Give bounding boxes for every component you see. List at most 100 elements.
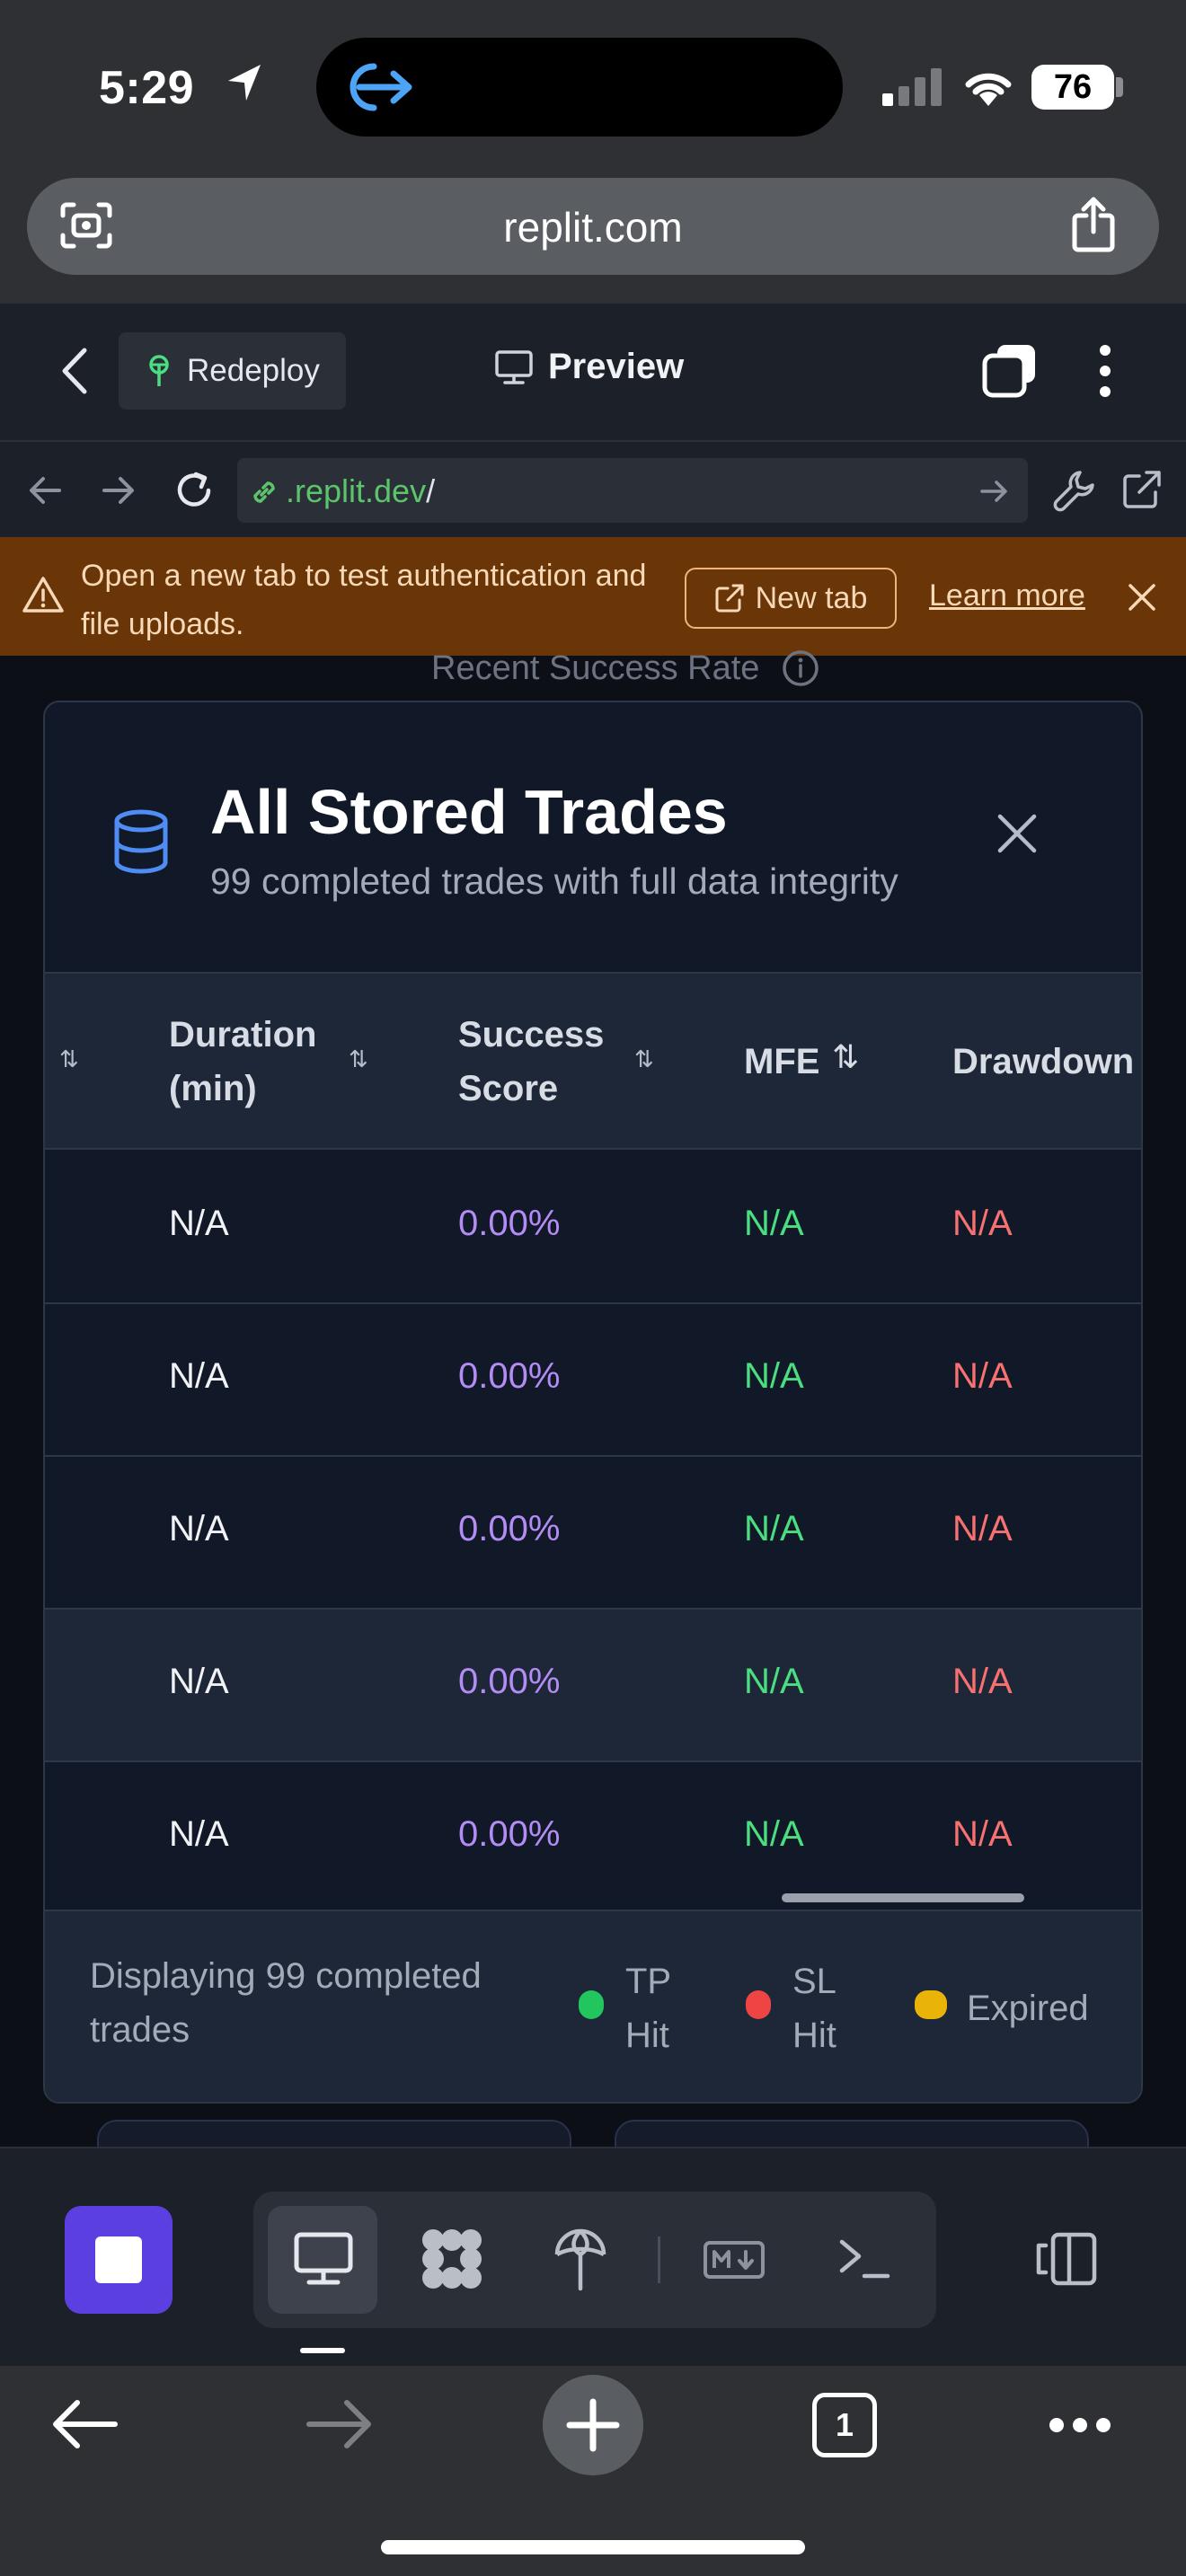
sort-icon[interactable]: ⇅ (59, 1045, 79, 1073)
table-row[interactable]: N/A 0.00% N/A N/A (45, 1304, 1141, 1457)
preview-label: Preview (548, 347, 685, 386)
reload-icon[interactable] (173, 469, 216, 512)
warning-message: Open a new tab to test authentication an… (81, 559, 647, 641)
status-time: 5:29 (99, 62, 195, 114)
preview-monitor-icon (294, 2232, 353, 2285)
table-row[interactable]: N/A 0.00% N/A N/A (45, 1457, 1141, 1610)
screen-share-icon (350, 63, 412, 111)
learn-more-link[interactable]: Learn more (929, 578, 1085, 613)
preview-tab-title: Preview (494, 347, 684, 387)
link-icon (253, 481, 275, 503)
mfe-cell: N/A (744, 1204, 804, 1243)
column-header-drawdown[interactable]: Drawdown (952, 1035, 1134, 1089)
new-tab-label: New tab (755, 580, 868, 615)
recent-success-rate-heading: Recent Success Rate (431, 648, 820, 688)
active-tool-indicator (300, 2348, 345, 2353)
wifi-icon (965, 73, 1012, 106)
tabs-button[interactable]: 1 (812, 2393, 877, 2457)
sort-icon[interactable]: ⇅ (832, 1038, 859, 1076)
home-indicator (381, 2540, 805, 2554)
horizontal-scrollbar[interactable] (782, 1893, 1024, 1902)
mfe-cell: N/A (744, 1662, 804, 1701)
recent-success-rate-label: Recent Success Rate (431, 648, 760, 687)
table-row[interactable]: N/A 0.00% N/A N/A (45, 1151, 1141, 1304)
all-stored-trades-modal: All Stored Trades 99 completed trades wi… (43, 701, 1143, 2104)
duration-cell: N/A (169, 1509, 229, 1548)
preview-url-path: / (426, 472, 436, 509)
drawdown-cell: N/A (952, 1814, 1013, 1854)
preview-url-domain: .replit.dev (286, 472, 427, 509)
split-layout-icon[interactable] (1033, 2231, 1098, 2287)
go-arrow-icon[interactable] (979, 478, 1010, 505)
database-icon (114, 809, 168, 874)
duration-cell: N/A (169, 1662, 229, 1701)
stop-icon (95, 2236, 142, 2283)
column-header-success-score[interactable]: Success Score (458, 1008, 629, 1116)
success-score-cell: 0.00% (458, 1814, 561, 1854)
redeploy-button[interactable]: Redeploy (119, 332, 346, 410)
markdown-icon[interactable] (703, 2240, 766, 2280)
battery-indicator: 76 (1031, 65, 1114, 110)
preview-url-text: .replit.dev/ (286, 472, 435, 510)
close-modal-icon[interactable] (996, 812, 1039, 855)
mfe-cell: N/A (744, 1356, 804, 1396)
nav-back-icon[interactable] (27, 474, 63, 507)
tabs-stack-icon[interactable] (981, 341, 1039, 399)
tab-count: 1 (835, 2406, 854, 2443)
warning-triangle-icon (22, 577, 64, 613)
modal-subtitle: 99 completed trades with full data integ… (210, 860, 898, 902)
table-row[interactable]: N/A 0.00% N/A N/A (45, 1610, 1141, 1762)
modal-title: All Stored Trades (210, 777, 728, 847)
back-chevron-icon[interactable] (59, 347, 90, 395)
duration-cell: N/A (169, 1356, 229, 1396)
duration-cell: N/A (169, 1814, 229, 1854)
sort-icon[interactable]: ⇅ (634, 1045, 654, 1073)
trades-table-header: ⇅ Duration (min) ⇅ Success Score ⇅ MFE ⇅… (45, 974, 1141, 1150)
success-score-cell: 0.00% (458, 1204, 561, 1243)
share-icon[interactable] (1071, 196, 1116, 253)
success-score-cell: 0.00% (458, 1662, 561, 1701)
tp-hit-dot (579, 1990, 604, 2019)
wrench-icon[interactable] (1053, 469, 1094, 512)
deployments-icon[interactable] (552, 2226, 609, 2292)
new-tab-button[interactable]: New tab (685, 568, 897, 629)
expired-dot (915, 1990, 947, 2019)
workspace-grid-icon[interactable] (419, 2226, 485, 2292)
monitor-icon (495, 349, 533, 384)
redeploy-label: Redeploy (187, 353, 320, 388)
drawdown-cell: N/A (952, 1204, 1013, 1243)
more-horizontal-icon[interactable] (1048, 2414, 1112, 2436)
column-header-duration[interactable]: Duration (min) (169, 1008, 340, 1116)
trade-count-text: Displaying 99 completed trades (90, 1956, 482, 2050)
open-external-icon[interactable] (1121, 469, 1163, 510)
table-row[interactable]: N/A 0.00% N/A N/A (45, 1762, 1141, 1915)
drawdown-cell: N/A (952, 1356, 1013, 1396)
location-arrow-icon (228, 65, 261, 101)
legend-tp-hit: TP Hit (625, 1962, 671, 2055)
drawdown-cell: N/A (952, 1509, 1013, 1548)
drawdown-cell: N/A (952, 1662, 1013, 1701)
deploy-icon (149, 355, 169, 386)
success-score-cell: 0.00% (458, 1509, 561, 1548)
browser-back-icon[interactable] (50, 2398, 119, 2450)
battery-level: 76 (1053, 67, 1093, 106)
url-text: replit.com (503, 204, 683, 251)
duration-cell: N/A (169, 1204, 229, 1243)
plus-icon (566, 2398, 620, 2452)
mfe-cell: N/A (744, 1509, 804, 1548)
close-banner-icon[interactable] (1127, 582, 1157, 613)
success-score-cell: 0.00% (458, 1356, 561, 1396)
sort-icon[interactable]: ⇅ (349, 1045, 368, 1073)
mfe-cell: N/A (744, 1814, 804, 1854)
column-header-mfe[interactable]: MFE (744, 1035, 819, 1089)
shell-icon[interactable] (837, 2236, 891, 2281)
more-vertical-icon[interactable] (1098, 343, 1112, 399)
nav-forward-icon[interactable] (101, 474, 137, 507)
battery-cap (1116, 77, 1123, 97)
legend-expired: Expired (967, 1989, 1089, 2028)
info-icon (783, 650, 819, 686)
external-link-icon (715, 584, 744, 613)
toolbar-divider (658, 2236, 660, 2283)
browser-forward-icon[interactable] (305, 2398, 374, 2450)
sl-hit-dot (746, 1990, 771, 2019)
